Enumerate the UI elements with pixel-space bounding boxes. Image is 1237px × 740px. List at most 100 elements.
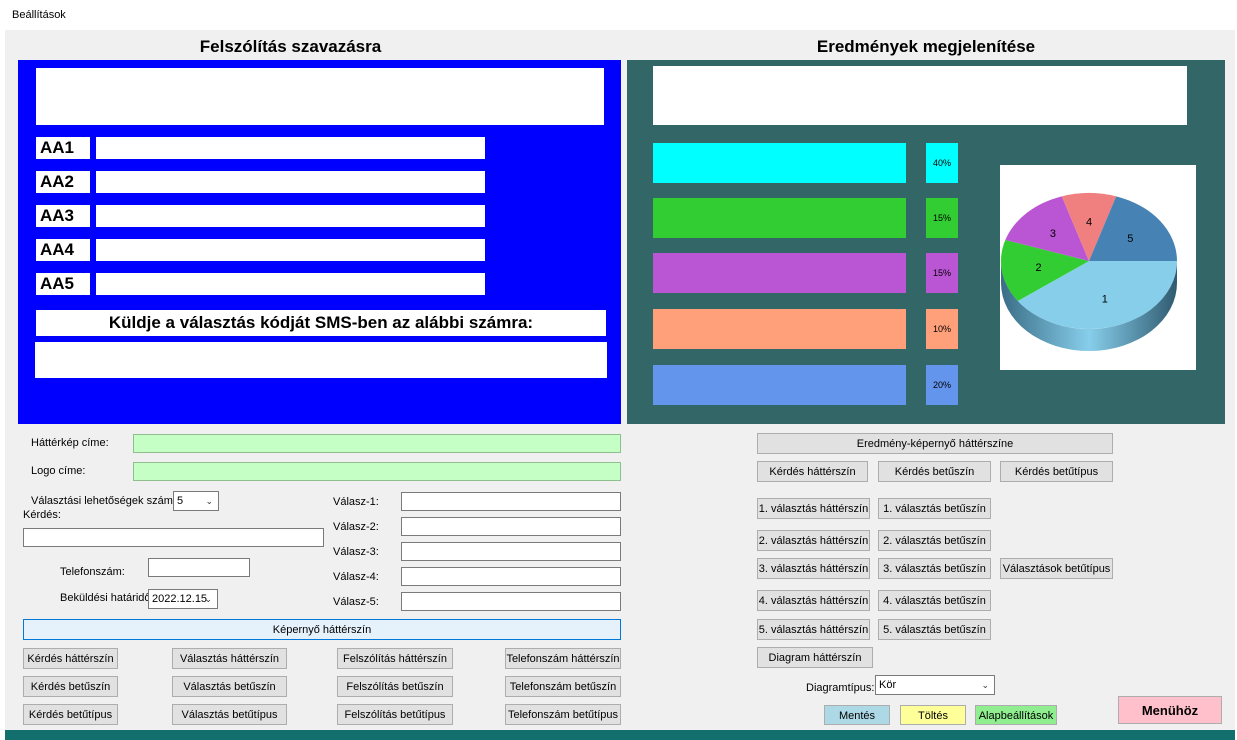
choice-4-bg-button[interactable]: 4. választás háttérszín: [757, 590, 870, 611]
defaults-button[interactable]: Alapbeállítások: [975, 705, 1057, 725]
status-strip: [5, 730, 1235, 740]
result-percent-3: 15%: [926, 253, 958, 293]
choice-1-bg-button[interactable]: 1. választás háttérszín: [757, 498, 870, 519]
results-question-font-button[interactable]: Kérdés betűtípus: [1000, 461, 1113, 482]
answer-code-4: AA4: [36, 239, 90, 261]
deadline-picker[interactable]: 2022.12.15 ⌄: [148, 589, 218, 609]
call-font-button[interactable]: Felszólítás betűtípus: [337, 704, 453, 725]
question-display: [36, 68, 604, 125]
choice-5-fg-button[interactable]: 5. választás betűszín: [878, 619, 991, 640]
choice-5-bg-button[interactable]: 5. választás háttérszín: [757, 619, 870, 640]
answer-code-2: AA2: [36, 171, 90, 193]
choice-3-fg-button[interactable]: 3. választás betűszín: [878, 558, 991, 579]
answer-display-3: [96, 205, 485, 227]
pie-label-4: 4: [1086, 217, 1092, 229]
result-percent-1: 40%: [926, 143, 958, 183]
options-count-label: Választási lehetőségek száma:: [31, 495, 183, 507]
choice-4-fg-button[interactable]: 4. választás betűszín: [878, 590, 991, 611]
choice-2-bg-button[interactable]: 2. választás háttérszín: [757, 530, 870, 551]
answer-input-4[interactable]: [401, 567, 621, 586]
load-button[interactable]: Töltés: [900, 705, 966, 725]
answer-label-3: Válasz-3:: [333, 546, 379, 558]
answer-code-1: AA1: [36, 137, 90, 159]
right-heading: Eredmények megjelenítése: [816, 37, 1036, 56]
answer-input-5[interactable]: [401, 592, 621, 611]
answer-label-5: Válasz-5:: [333, 596, 379, 608]
diagram-type-select[interactable]: Kör ⌄: [875, 675, 995, 695]
result-percent-2: 15%: [926, 198, 958, 238]
choices-font-button[interactable]: Választások betűtípus: [1000, 558, 1113, 579]
screen-background-button[interactable]: Képernyő háttérszín: [23, 619, 621, 640]
answer-display-1: [96, 137, 485, 159]
answer-label-4: Válasz-4:: [333, 571, 379, 583]
question-label: Kérdés:: [23, 509, 61, 521]
answer-input-1[interactable]: [401, 492, 621, 511]
question-font-button[interactable]: Kérdés betűtípus: [23, 704, 118, 725]
window-title: Beállítások: [12, 9, 66, 21]
chevron-down-icon: ⌄: [204, 594, 212, 604]
question-fg-button[interactable]: Kérdés betűszín: [23, 676, 118, 697]
phone-number-display: [35, 342, 607, 378]
logo-input[interactable]: [133, 462, 621, 481]
choice-font-button[interactable]: Választás betűtípus: [172, 704, 287, 725]
answer-display-2: [96, 171, 485, 193]
diagram-bg-button[interactable]: Diagram háttérszín: [757, 647, 873, 668]
choice-fg-button[interactable]: Választás betűszín: [172, 676, 287, 697]
pie-label-3: 3: [1050, 228, 1056, 240]
chevron-down-icon: ⌄: [981, 680, 989, 690]
phone-input[interactable]: [148, 558, 250, 577]
answer-code-5: AA5: [36, 273, 90, 295]
sms-prompt: Küldje a választás kódját SMS-ben az alá…: [36, 310, 606, 336]
phone-label: Telefonszám:: [60, 566, 125, 578]
background-image-label: Háttérkép címe:: [31, 437, 109, 449]
result-bar-5: [653, 365, 906, 405]
pie-label-2: 2: [1036, 262, 1042, 274]
diagram-type-label: Diagramtípus:: [806, 682, 875, 694]
call-bg-button[interactable]: Felszólítás háttérszín: [337, 648, 453, 669]
logo-label: Logo címe:: [31, 465, 86, 477]
title-bar: Beállítások: [0, 0, 1237, 30]
pie-label-1: 1: [1102, 294, 1108, 306]
answer-input-2[interactable]: [401, 517, 621, 536]
question-input[interactable]: [23, 528, 324, 547]
result-bar-4: [653, 309, 906, 349]
options-count-value: 5: [177, 495, 184, 507]
answer-code-3: AA3: [36, 205, 90, 227]
phone-fg-button[interactable]: Telefonszám betűszín: [505, 676, 621, 697]
result-bar-2: [653, 198, 906, 238]
results-question-display: [653, 66, 1187, 125]
results-question-bg-button[interactable]: Kérdés háttérszín: [757, 461, 868, 482]
left-heading: Felszólítás szavazásra: [199, 37, 382, 56]
vote-call-preview-panel: AA1 AA2 AA3 AA4 AA5 Küldje a választás k…: [18, 60, 621, 424]
result-bar-3: [653, 253, 906, 293]
diagram-type-value: Kör: [879, 679, 897, 691]
phone-bg-button[interactable]: Telefonszám háttérszín: [505, 648, 621, 669]
pie-chart-frame: 1 2 3 4 5: [1000, 165, 1196, 370]
answer-label-1: Válasz-1:: [333, 496, 379, 508]
answer-label-2: Válasz-2:: [333, 521, 379, 533]
answer-input-3[interactable]: [401, 542, 621, 561]
options-count-select[interactable]: 5 ⌄: [173, 491, 219, 511]
chevron-down-icon: ⌄: [205, 496, 213, 506]
choice-3-bg-button[interactable]: 3. választás háttérszín: [757, 558, 870, 579]
background-image-input[interactable]: [133, 434, 621, 453]
choice-1-fg-button[interactable]: 1. választás betűszín: [878, 498, 991, 519]
choice-bg-button[interactable]: Választás háttérszín: [172, 648, 287, 669]
phone-font-button[interactable]: Telefonszám betűtípus: [505, 704, 621, 725]
call-fg-button[interactable]: Felszólítás betűszín: [337, 676, 453, 697]
pie-chart: 1 2 3 4 5: [1001, 193, 1177, 351]
results-question-fg-button[interactable]: Kérdés betűszín: [878, 461, 991, 482]
result-percent-4: 10%: [926, 309, 958, 349]
save-button[interactable]: Mentés: [824, 705, 890, 725]
pie-label-5: 5: [1127, 233, 1133, 245]
answer-display-5: [96, 273, 485, 295]
answer-display-4: [96, 239, 485, 261]
question-bg-button[interactable]: Kérdés háttérszín: [23, 648, 118, 669]
deadline-label: Beküldési határidő: [60, 592, 151, 604]
menu-button[interactable]: Menühöz: [1118, 696, 1222, 724]
results-preview-panel: 40% 15% 15% 10% 20% 1 2 3 4 5: [627, 60, 1225, 424]
choice-2-fg-button[interactable]: 2. választás betűszín: [878, 530, 991, 551]
result-bar-1: [653, 143, 906, 183]
deadline-value: 2022.12.15: [152, 593, 208, 605]
results-screen-bg-button[interactable]: Eredmény-képernyő háttérszíne: [757, 433, 1113, 454]
